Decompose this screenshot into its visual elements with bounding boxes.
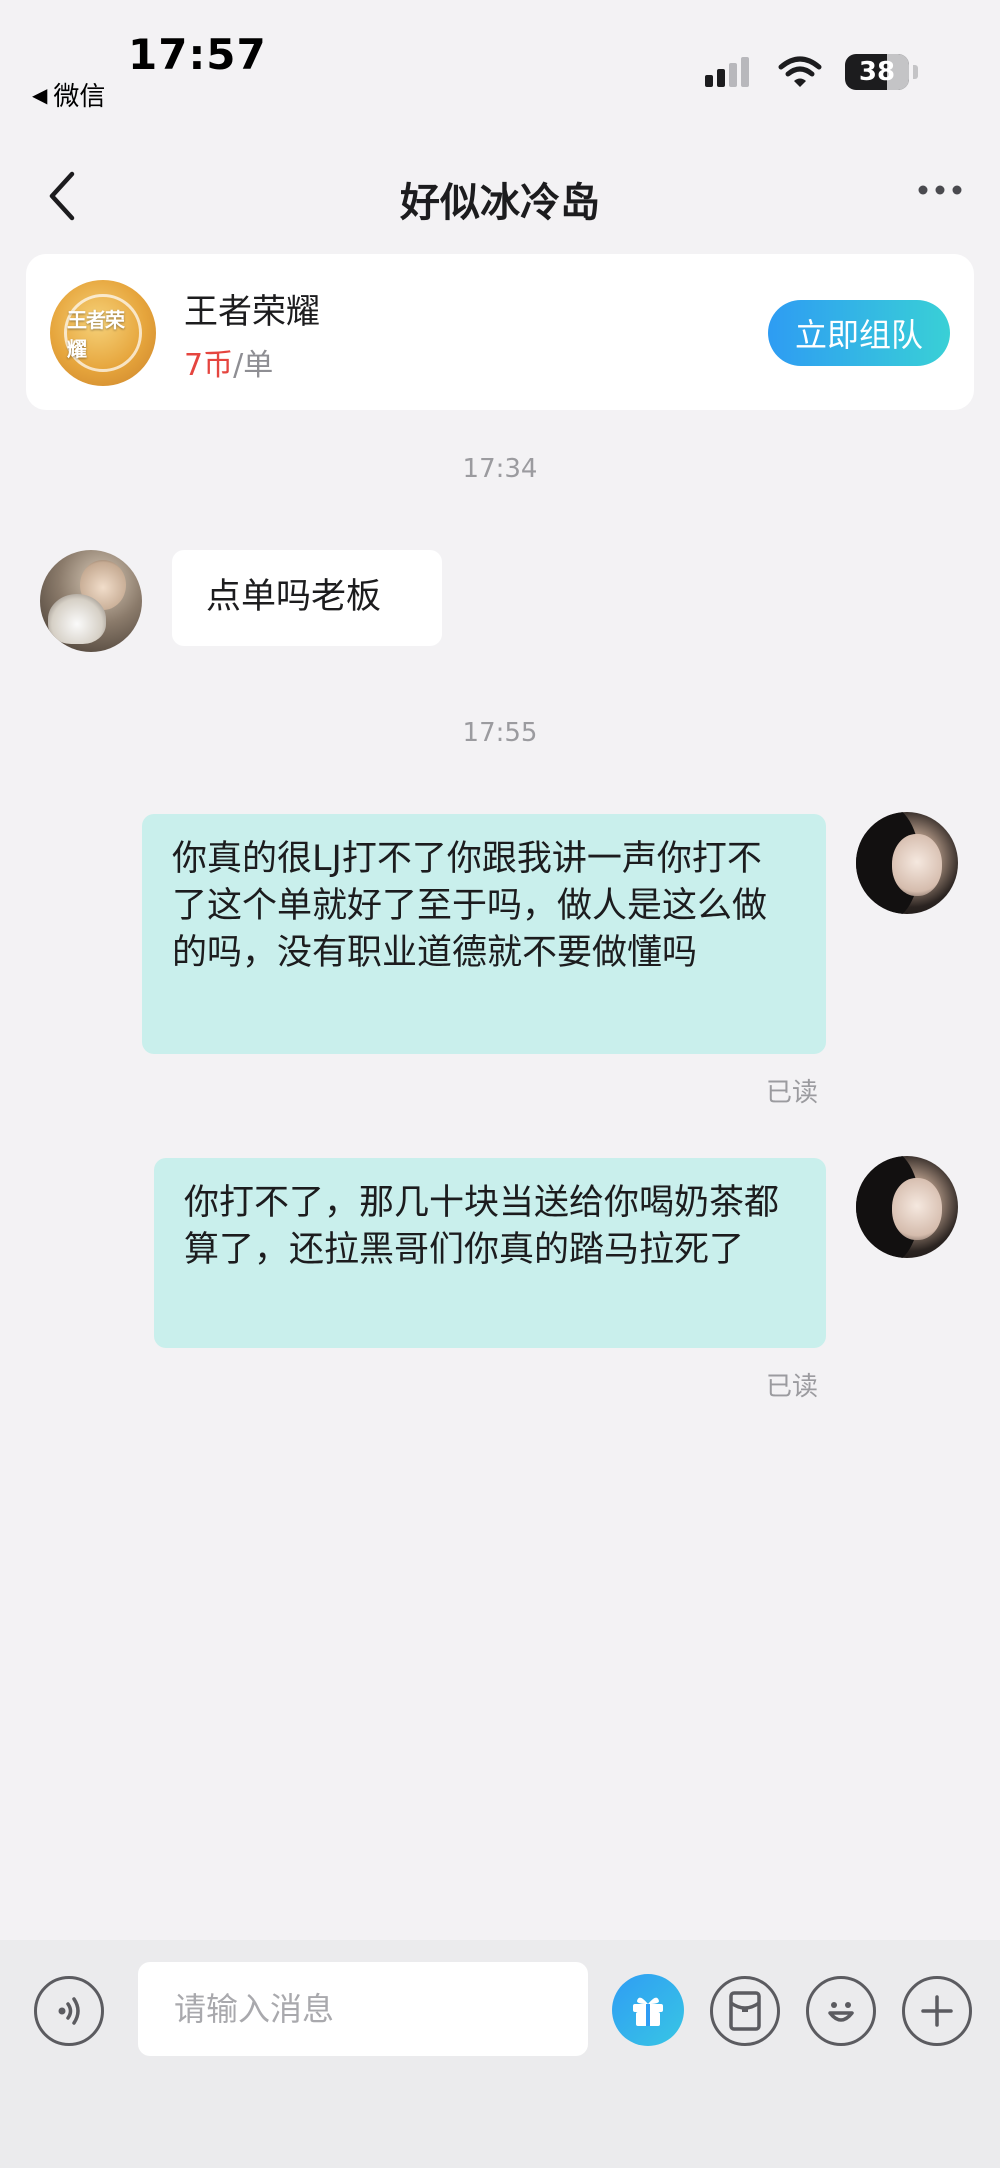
message-bubble-received[interactable]: 点单吗老板 xyxy=(172,550,442,646)
status-indicators: 38 xyxy=(703,54,918,90)
avatar-cat xyxy=(48,594,106,644)
wifi-icon xyxy=(778,56,822,87)
message-bubble-sent[interactable]: 你打不了，那几十块当送给你喝奶茶都算了，还拉黑哥们你真的踏马拉死了 xyxy=(154,1158,826,1348)
battery-indicator: 38 xyxy=(845,54,909,90)
back-triangle-icon: ◀ xyxy=(32,82,48,107)
more-actions-button[interactable] xyxy=(902,1976,972,2046)
back-app-label: 微信 xyxy=(53,82,106,112)
voice-button[interactable] xyxy=(34,1976,104,2046)
avatar-face xyxy=(892,834,942,896)
red-envelope-button[interactable] xyxy=(710,1976,780,2046)
price-value: 7币 xyxy=(184,348,234,383)
read-receipt: 已读 xyxy=(766,1372,819,1402)
self-avatar[interactable] xyxy=(856,1156,958,1258)
game-name: 王者荣耀 xyxy=(184,292,320,332)
message-bubble-sent[interactable]: 你真的很LJ打不了你跟我讲一声你打不了这个单就好了至于吗，做人是这么做的吗，没有… xyxy=(142,814,826,1054)
message-input-bar xyxy=(0,1940,1000,2168)
gift-icon xyxy=(633,1997,663,2026)
battery-tip xyxy=(913,65,918,79)
read-receipt: 已读 xyxy=(766,1078,819,1108)
status-bar: 17:57 ◀ 微信 38 xyxy=(0,0,1000,130)
contact-avatar[interactable] xyxy=(40,550,142,652)
gift-button[interactable] xyxy=(612,1974,684,2046)
game-logo: 王者荣耀 xyxy=(50,280,156,386)
cellular-signal-icon xyxy=(705,57,749,87)
emoji-icon xyxy=(828,2002,854,2022)
message-timestamp: 17:34 xyxy=(462,454,538,484)
back-to-app-link[interactable]: ◀ 微信 xyxy=(32,76,105,113)
avatar-face xyxy=(892,1178,942,1240)
navigation-bar: 好似冰冷岛 xyxy=(0,150,1000,240)
voice-icon xyxy=(58,1997,80,2025)
team-up-button[interactable]: 立即组队 xyxy=(768,300,950,366)
page-title: 好似冰冷岛 xyxy=(400,180,600,226)
red-envelope-icon xyxy=(729,1991,761,2031)
emoji-button[interactable] xyxy=(806,1976,876,2046)
plus-icon xyxy=(921,1995,953,2027)
price-unit: /单 xyxy=(233,348,274,383)
game-logo-ring: 王者荣耀 xyxy=(64,294,142,372)
self-avatar[interactable] xyxy=(856,812,958,914)
game-order-card: 王者荣耀 王者荣耀 7币/单 立即组队 xyxy=(26,254,974,410)
message-timestamp: 17:55 xyxy=(462,718,538,748)
game-price: 7币/单 xyxy=(184,340,273,384)
battery-level: 38 xyxy=(858,57,896,87)
message-input[interactable] xyxy=(138,1962,588,2056)
more-options-icon[interactable] xyxy=(916,178,964,202)
game-logo-text: 王者荣耀 xyxy=(67,308,125,361)
status-time: 17:57 xyxy=(128,30,267,79)
